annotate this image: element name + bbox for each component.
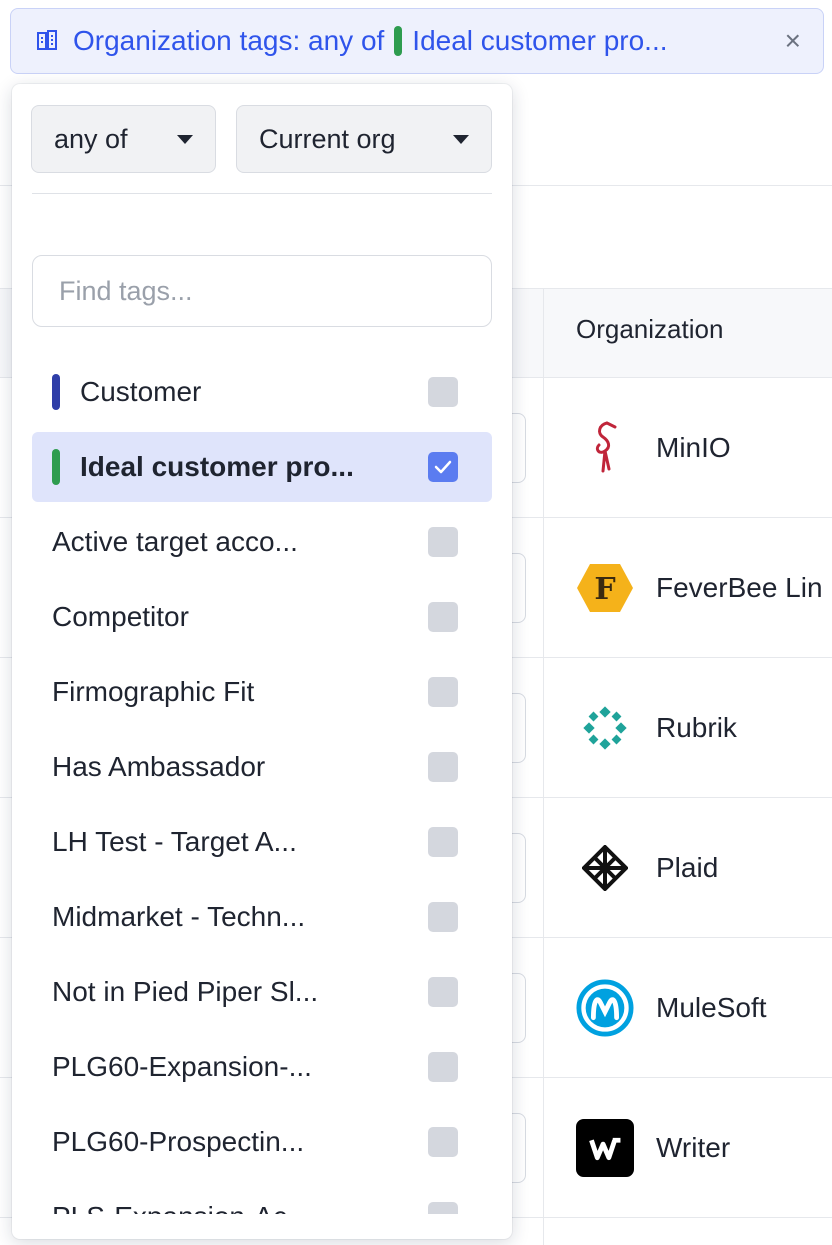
tag-checkbox[interactable]	[428, 1052, 458, 1082]
table-row[interactable]: MinIO	[544, 378, 832, 518]
scope-select-value: Current org	[259, 123, 396, 154]
org-name[interactable]: Plaid	[656, 852, 718, 884]
tag-option[interactable]: Has Ambassador	[32, 732, 492, 802]
tag-option[interactable]: Active target acco...	[32, 507, 492, 577]
tag-option[interactable]: PLS-Expansion-Ac...	[32, 1182, 492, 1214]
tag-option[interactable]: Competitor	[32, 582, 492, 652]
tag-label: PLG60-Expansion-...	[52, 1051, 312, 1082]
tag-checkbox[interactable]	[428, 677, 458, 707]
organization-column-header[interactable]: Organization	[576, 314, 723, 345]
w-square-logo-icon	[576, 1119, 634, 1177]
chevron-down-icon	[177, 134, 193, 144]
tag-checkbox[interactable]	[428, 452, 458, 482]
tag-label: LH Test - Target A...	[52, 826, 297, 857]
tag-label: Customer	[80, 376, 202, 407]
tag-list: Customer Ideal customer pro... Active ta…	[12, 357, 512, 1214]
org-name[interactable]: FeverBee Lin	[656, 572, 823, 604]
tag-option[interactable]: PLG60-Expansion-...	[32, 1032, 492, 1102]
tag-checkbox[interactable]	[428, 1202, 458, 1214]
flamingo-logo-icon	[576, 419, 634, 477]
tag-label: PLS-Expansion-Ac...	[52, 1201, 416, 1214]
diamond-cluster-logo-icon	[576, 699, 634, 757]
checkmark-icon	[434, 460, 452, 474]
tag-checkbox[interactable]	[428, 827, 458, 857]
table-row[interactable]: F FeverBee Lin	[544, 518, 832, 658]
tag-option[interactable]: Not in Pied Piper Sl...	[32, 957, 492, 1027]
scope-select[interactable]: Current org	[236, 105, 492, 173]
tag-option[interactable]: Firmographic Fit	[32, 657, 492, 727]
tag-checkbox[interactable]	[428, 752, 458, 782]
lattice-logo-icon	[576, 839, 634, 897]
tag-checkbox[interactable]	[428, 902, 458, 932]
operator-select[interactable]: any of	[31, 105, 216, 173]
organization-tags-filter-chip[interactable]: Organization tags: any of Ideal customer…	[10, 8, 824, 74]
org-name[interactable]: MinIO	[656, 432, 731, 464]
tag-label: Has Ambassador	[52, 751, 266, 782]
tag-color-indicator	[394, 26, 403, 56]
operator-select-value: any of	[54, 123, 128, 154]
filter-chip-value: Ideal customer pro...	[412, 25, 668, 56]
svg-text:F: F	[594, 572, 615, 607]
tag-checkbox[interactable]	[428, 1127, 458, 1157]
tag-option-ideal-customer-profile[interactable]: Ideal customer pro...	[32, 432, 492, 502]
close-icon[interactable]: ×	[785, 27, 801, 55]
tag-option[interactable]: PLG60-Prospectin...	[32, 1107, 492, 1177]
tag-checkbox[interactable]	[428, 377, 458, 407]
tag-label: Active target acco...	[52, 526, 298, 557]
hexagon-f-logo-icon: F	[576, 559, 634, 617]
find-tags-input[interactable]	[32, 255, 492, 327]
tag-option[interactable]: Midmarket - Techn...	[32, 882, 492, 952]
tag-filter-dropdown: any of Current org Customer Ideal custom…	[12, 84, 512, 1239]
tag-color-indicator	[52, 449, 60, 485]
table-row[interactable]: Writer	[544, 1078, 832, 1218]
table-row[interactable]: MuleSoft	[544, 938, 832, 1078]
tag-checkbox[interactable]	[428, 602, 458, 632]
building-icon	[37, 30, 57, 50]
tag-label: Not in Pied Piper Sl...	[52, 976, 319, 1007]
chevron-down-icon	[453, 134, 469, 144]
tag-label: Midmarket - Techn...	[52, 901, 306, 932]
m-circle-logo-icon	[576, 979, 634, 1037]
org-name[interactable]: MuleSoft	[656, 992, 767, 1024]
org-name[interactable]: Writer	[656, 1132, 730, 1164]
tag-checkbox[interactable]	[428, 977, 458, 1007]
filter-chip-label: Organization tags: any of	[73, 25, 385, 56]
tag-option-customer[interactable]: Customer	[32, 357, 492, 427]
tag-label: Firmographic Fit	[52, 676, 255, 707]
tag-checkbox[interactable]	[428, 527, 458, 557]
tag-color-indicator	[52, 374, 60, 410]
table-row[interactable]: Plaid	[544, 798, 832, 938]
table-row[interactable]: Rubrik	[544, 658, 832, 798]
tag-label: PLG60-Prospectin...	[52, 1126, 305, 1157]
divider	[32, 193, 492, 194]
tag-label: Ideal customer pro...	[80, 451, 354, 482]
tag-option[interactable]: LH Test - Target A...	[32, 807, 492, 877]
org-name[interactable]: Rubrik	[656, 712, 737, 744]
tag-label: Competitor	[52, 601, 189, 632]
